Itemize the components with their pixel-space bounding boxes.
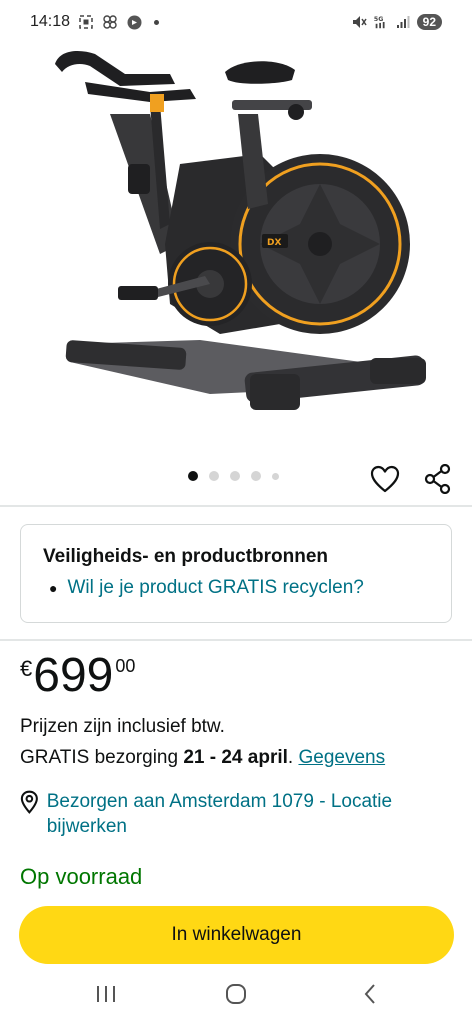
carousel-row — [0, 458, 472, 500]
delivery-separator: . — [287, 747, 294, 768]
signal-icon — [395, 14, 411, 30]
delivery-dates: 21 - 24 april — [183, 747, 288, 768]
bullet-icon: ● — [49, 580, 58, 596]
share-icon[interactable] — [421, 462, 455, 496]
delivery-details-link[interactable]: Gegevens — [298, 747, 385, 768]
carousel-dot[interactable] — [230, 471, 240, 481]
product-image[interactable]: DX — [0, 44, 472, 454]
system-nav-bar — [0, 966, 472, 1024]
carousel-dot[interactable] — [272, 472, 279, 480]
status-bar: 14:18 5G 92 — [0, 0, 472, 44]
safety-title: Veiligheids- en productbronnen — [43, 546, 329, 567]
app-badge-icon — [126, 14, 142, 30]
status-time: 14:18 — [30, 13, 71, 30]
safety-link-row: ● Wil je je product GRATIS recyclen? — [43, 576, 429, 600]
price-fraction: 00 — [115, 656, 136, 676]
svg-text:5G: 5G — [374, 16, 383, 23]
carousel-dot-active[interactable] — [188, 471, 198, 481]
price-currency: € — [20, 656, 33, 681]
spinning-bike-illustration: DX — [55, 51, 426, 410]
price: € 699 00 — [20, 650, 135, 702]
carousel-dot[interactable] — [209, 471, 219, 481]
pinwheel-icon — [102, 14, 118, 30]
status-right: 5G 92 — [351, 14, 442, 30]
location-pin-icon — [20, 790, 38, 814]
status-left: 14:18 — [30, 13, 160, 31]
location-text[interactable]: Bezorgen aan Amsterdam 1079 - Locatie bi… — [47, 789, 450, 839]
notification-dot — [154, 19, 160, 25]
price-whole: 699 — [33, 649, 114, 702]
delivery-prefix: GRATIS bezorging — [20, 747, 179, 768]
delivery-line: GRATIS bezorging 21 - 24 april. Gegevens — [20, 746, 385, 770]
add-to-cart-button[interactable]: In winkelwagen — [19, 906, 454, 964]
divider — [0, 639, 472, 641]
screenshot-icon — [78, 14, 94, 30]
back-icon[interactable] — [350, 978, 390, 1010]
stock-status: Op voorraad — [20, 864, 143, 889]
brand-badge: DX — [267, 238, 281, 248]
recycle-link[interactable]: Wil je je product GRATIS recyclen? — [67, 576, 363, 600]
divider — [0, 505, 472, 507]
safety-resources-card: Veiligheids- en productbronnen ● Wil je … — [20, 524, 452, 623]
wifi-5g-icon: 5G — [373, 14, 389, 30]
carousel-dot[interactable] — [251, 471, 261, 481]
tax-note: Prijzen zijn inclusief btw. — [20, 716, 225, 737]
home-icon[interactable] — [216, 978, 256, 1010]
battery-icon: 92 — [416, 14, 442, 30]
delivery-location[interactable]: Bezorgen aan Amsterdam 1079 - Locatie bi… — [20, 789, 450, 839]
mute-icon — [351, 14, 367, 30]
heart-icon[interactable] — [368, 462, 402, 496]
recent-apps-icon[interactable] — [86, 978, 126, 1010]
carousel-dots[interactable] — [188, 471, 279, 481]
